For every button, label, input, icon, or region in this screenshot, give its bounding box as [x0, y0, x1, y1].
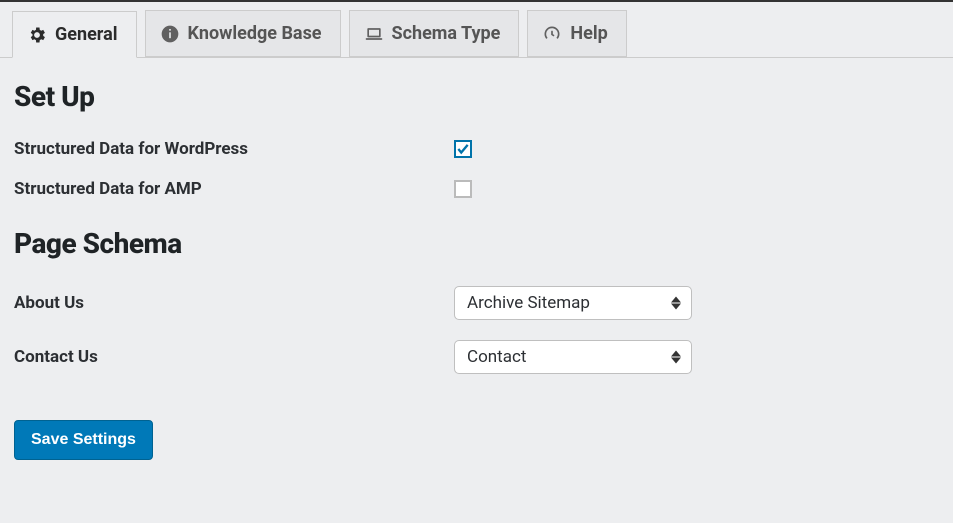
tabs-container: General Knowledge Base Schema Type Help [0, 2, 953, 58]
tab-label: General [55, 24, 118, 45]
gear-icon [27, 25, 47, 45]
field-label: About Us [14, 293, 454, 313]
section-heading-page-schema: Page Schema [14, 227, 939, 260]
dashboard-icon [542, 24, 562, 44]
field-structured-amp: Structured Data for AMP [14, 179, 939, 199]
info-icon [160, 24, 180, 44]
chevron-up-down-icon [671, 351, 681, 364]
select-value: Contact [467, 347, 526, 367]
field-about-us: About Us Archive Sitemap [14, 286, 939, 320]
tab-help[interactable]: Help [527, 10, 626, 57]
tab-knowledge-base[interactable]: Knowledge Base [145, 10, 341, 57]
field-label: Structured Data for WordPress [14, 139, 454, 159]
section-heading-setup: Set Up [14, 80, 939, 113]
checkbox-structured-amp[interactable] [454, 180, 472, 198]
field-label: Structured Data for AMP [14, 179, 454, 199]
tab-general[interactable]: General [12, 11, 137, 58]
chevron-up-down-icon [671, 297, 681, 310]
field-structured-wp: Structured Data for WordPress [14, 139, 939, 159]
select-contact-us[interactable]: Contact [454, 340, 692, 374]
select-about-us[interactable]: Archive Sitemap [454, 286, 692, 320]
tab-label: Schema Type [392, 23, 501, 44]
field-label: Contact Us [14, 347, 454, 367]
tabs: General Knowledge Base Schema Type Help [12, 10, 953, 57]
field-contact-us: Contact Us Contact [14, 340, 939, 374]
select-value: Archive Sitemap [467, 293, 590, 313]
tab-label: Help [570, 23, 607, 44]
tab-label: Knowledge Base [188, 23, 322, 44]
laptop-icon [364, 24, 384, 44]
tab-schema-type[interactable]: Schema Type [349, 10, 520, 57]
content: Set Up Structured Data for WordPress Str… [0, 58, 953, 474]
checkbox-structured-wp[interactable] [454, 140, 472, 158]
save-button[interactable]: Save Settings [14, 420, 153, 460]
